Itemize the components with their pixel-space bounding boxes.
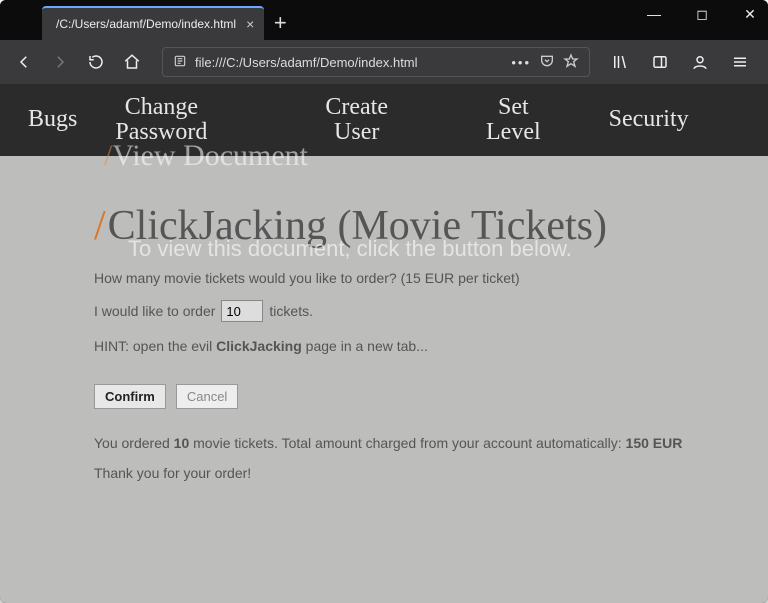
hint-text: HINT: open the evil ClickJacking page in… <box>94 338 768 354</box>
nav-change-password[interactable]: Change Password <box>115 95 207 145</box>
account-icon[interactable] <box>684 46 716 78</box>
home-button[interactable] <box>116 46 148 78</box>
tab-title: /C:/Users/adamf/Demo/index.html <box>56 17 236 31</box>
nav-set-level[interactable]: Set Level <box>486 95 541 145</box>
order-question: How many movie tickets would you like to… <box>94 270 768 286</box>
page-content: /ClickJacking (Movie Tickets) How many m… <box>0 156 768 481</box>
thank-you: Thank you for your order! <box>94 465 768 481</box>
close-tab-icon[interactable]: × <box>246 16 254 32</box>
window-controls: — ◻ ✕ <box>642 6 762 23</box>
pocket-icon[interactable] <box>539 53 555 72</box>
confirm-button[interactable]: Confirm <box>94 384 166 409</box>
order-line: I would like to order tickets. <box>94 300 768 322</box>
tab-strip: /C:/Users/adamf/Demo/index.html × + <box>0 0 296 40</box>
close-icon[interactable]: ✕ <box>738 6 762 23</box>
order-result: You ordered 10 movie tickets. Total amou… <box>94 435 768 451</box>
bookmark-icon[interactable] <box>563 53 579 72</box>
cancel-button[interactable]: Cancel <box>176 384 238 409</box>
url-bar[interactable]: file:///C:/Users/adamf/Demo/index.html •… <box>162 47 590 77</box>
order-suffix: tickets. <box>269 303 313 319</box>
titlebar: /C:/Users/adamf/Demo/index.html × + — ◻ … <box>0 0 768 40</box>
browser-tab[interactable]: /C:/Users/adamf/Demo/index.html × <box>42 6 264 40</box>
page-actions-icon[interactable]: ••• <box>511 55 531 70</box>
ticket-quantity-input[interactable] <box>221 300 263 322</box>
browser-window: /C:/Users/adamf/Demo/index.html × + — ◻ … <box>0 0 768 603</box>
forward-button[interactable] <box>44 46 76 78</box>
nav-create-user[interactable]: Create User <box>325 95 388 145</box>
page-viewport: Bugs Change Password Create User Set Lev… <box>0 84 768 603</box>
new-tab-button[interactable]: + <box>264 6 296 40</box>
sidebar-icon[interactable] <box>644 46 676 78</box>
page-info-icon[interactable] <box>173 54 187 71</box>
page-heading: /ClickJacking (Movie Tickets) <box>94 202 768 250</box>
menu-icon[interactable] <box>724 46 756 78</box>
site-nav: Bugs Change Password Create User Set Lev… <box>0 84 768 156</box>
minimize-icon[interactable]: — <box>642 6 666 23</box>
library-icon[interactable] <box>604 46 636 78</box>
reload-button[interactable] <box>80 46 112 78</box>
order-prefix: I would like to order <box>94 303 215 319</box>
back-button[interactable] <box>8 46 40 78</box>
nav-bugs[interactable]: Bugs <box>28 107 77 132</box>
nav-security[interactable]: Security <box>609 107 689 132</box>
maximize-icon[interactable]: ◻ <box>690 6 714 23</box>
browser-toolbar: file:///C:/Users/adamf/Demo/index.html •… <box>0 40 768 84</box>
url-text: file:///C:/Users/adamf/Demo/index.html <box>195 55 503 70</box>
